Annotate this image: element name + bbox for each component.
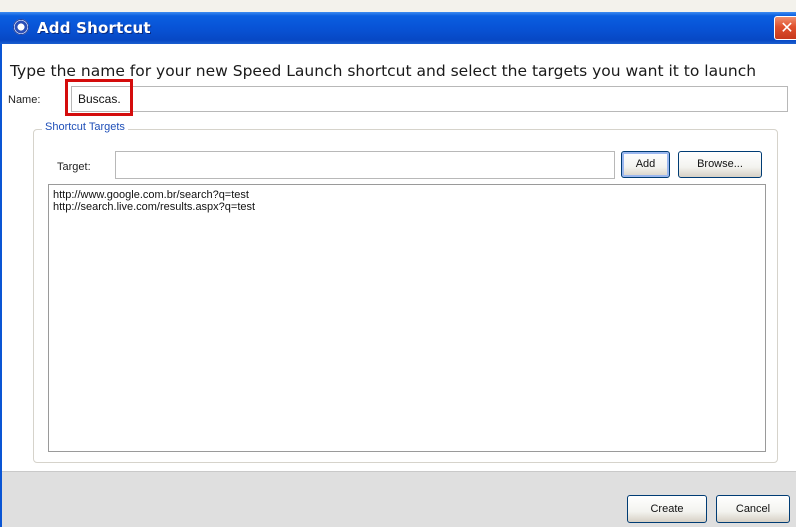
shortcut-targets-title: Shortcut Targets [42,121,128,133]
list-item[interactable]: http://search.live.com/results.aspx?q=te… [53,201,761,213]
add-shortcut-dialog: Add Shortcut ✕ Type the name for your ne… [0,0,796,527]
list-item[interactable]: http://www.google.com.br/search?q=test [53,189,761,201]
window-title: Add Shortcut [37,19,151,37]
target-field[interactable] [115,151,615,179]
name-field[interactable]: Buscas. [71,86,788,112]
browse-button[interactable]: Browse... [678,151,762,178]
app-icon [13,19,29,35]
name-label: Name: [8,94,41,106]
window-border [0,44,2,527]
close-button[interactable]: ✕ [774,16,796,40]
close-icon: ✕ [780,18,794,37]
target-label: Target: [57,161,91,173]
title-bar[interactable]: Add Shortcut ✕ [0,12,796,44]
target-list[interactable]: http://www.google.com.br/search?q=test h… [48,184,766,452]
add-button[interactable]: Add [621,151,670,178]
dialog-body: Type the name for your new Speed Launch … [0,44,796,471]
name-highlight-annotation [65,79,133,116]
cancel-button[interactable]: Cancel [716,495,790,523]
create-button[interactable]: Create [627,495,707,523]
instruction-text: Type the name for your new Speed Launch … [10,62,757,80]
